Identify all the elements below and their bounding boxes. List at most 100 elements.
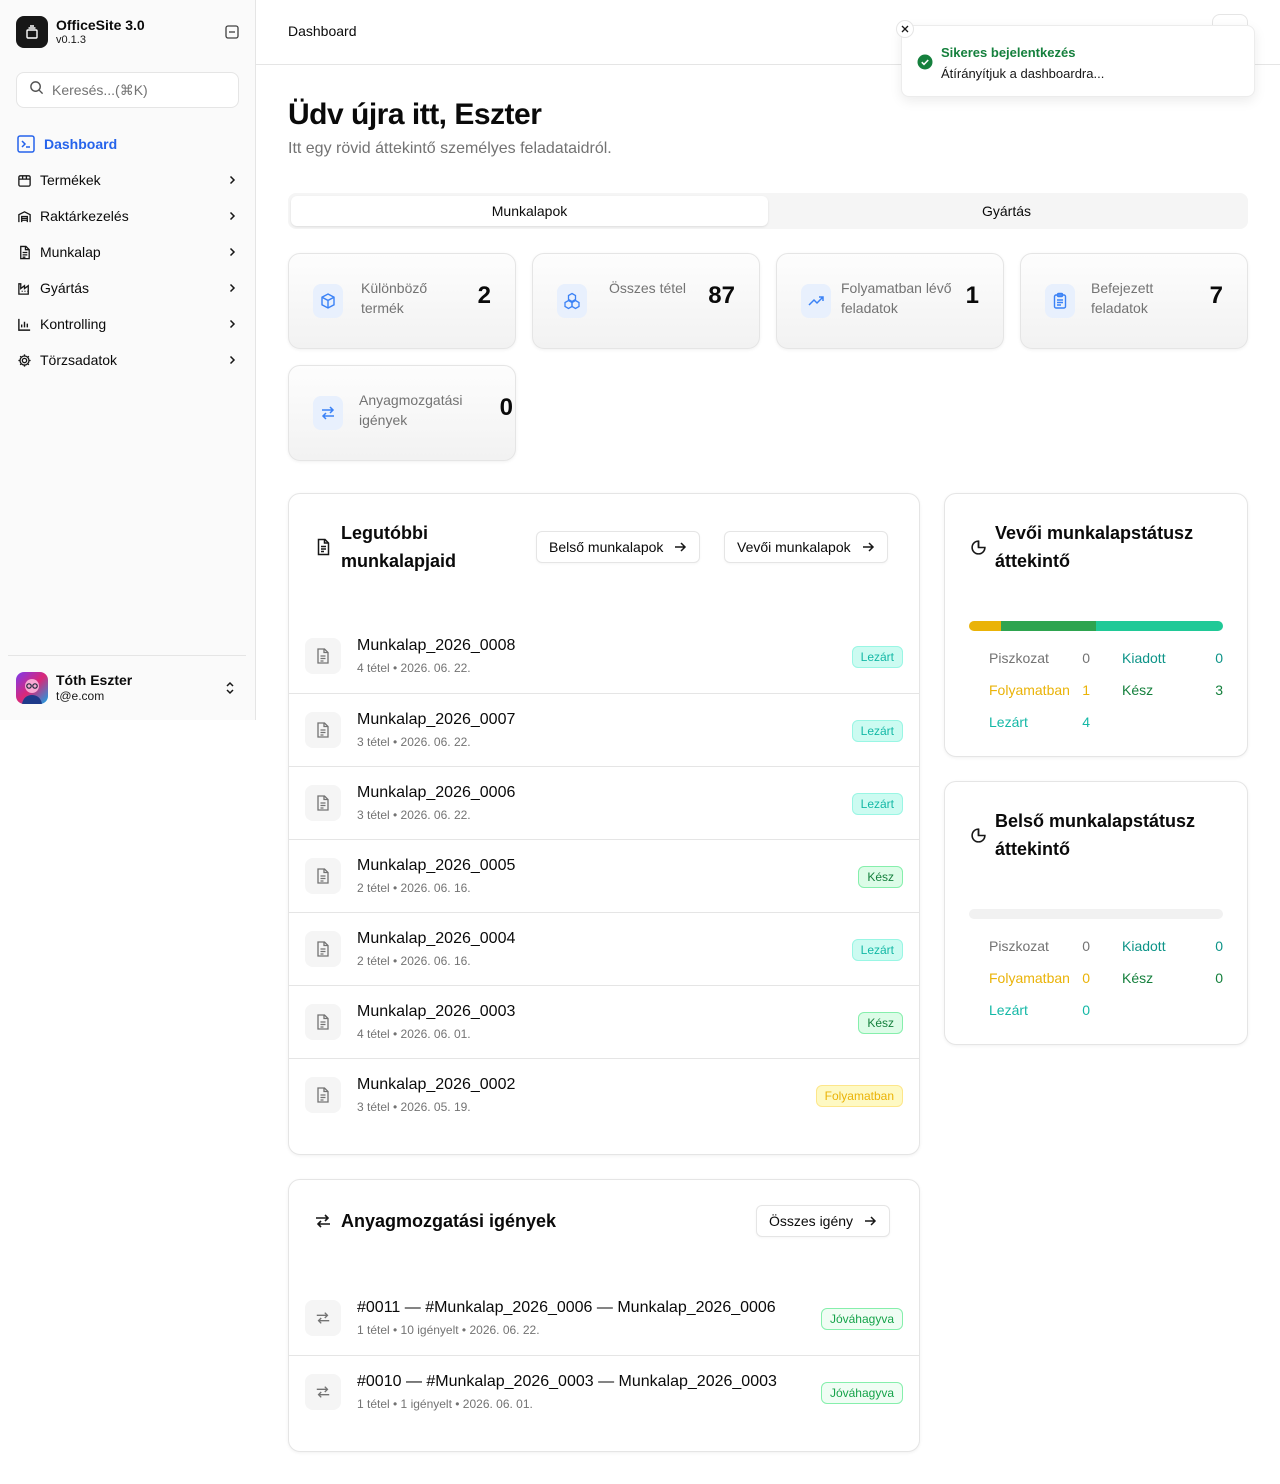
chevron-right-icon — [224, 244, 240, 260]
chevron-right-icon — [224, 316, 240, 332]
sidebar-item-label: Dashboard — [44, 136, 118, 152]
table-row[interactable]: Munkalap_2026_0003 4 tétel • 2026. 06. 0… — [289, 985, 919, 1058]
boxes-icon — [557, 284, 587, 318]
status-badge: Jóváhagyva — [820, 1382, 903, 1404]
stat-value: 1 — [965, 282, 979, 309]
file-text-icon — [16, 244, 32, 260]
legend-label-lezart: Lezárt — [989, 714, 1028, 730]
worksheet-meta: 3 tétel • 2026. 06. 22. — [357, 808, 471, 822]
page-subtitle: Itt egy rövid áttekintő személyes felada… — [288, 140, 612, 157]
box-icon — [313, 284, 343, 318]
customer-status-title: Vevői munkalapstátusz áttekintő — [995, 523, 1194, 571]
stat-card-in-progress: Folyamatban lévő feladatok 1 — [776, 253, 1004, 349]
internal-status-title: Belső munkalapstátusz áttekintő — [995, 811, 1196, 859]
chevron-right-icon — [224, 352, 240, 368]
legend-value-piszkozat: 0 — [1082, 650, 1090, 666]
brand[interactable]: OfficeSite 3.0 v0.1.3 — [16, 16, 240, 48]
search-box[interactable] — [16, 72, 239, 108]
all-requests-button[interactable]: Összes igény — [756, 1205, 891, 1237]
toast-description: Átírányítjuk a dashboardra... — [941, 66, 1105, 81]
table-row[interactable]: Munkalap_2026_0008 4 tétel • 2026. 06. 2… — [289, 620, 919, 693]
stat-value: 2 — [477, 282, 491, 309]
chevrons-up-down-icon — [222, 680, 238, 696]
legend-value-piszkozat: 0 — [1082, 938, 1090, 954]
file-text-icon — [305, 712, 341, 748]
file-text-icon — [305, 1077, 341, 1113]
bar-chart-icon — [16, 316, 32, 332]
user-menu[interactable]: Tóth Eszter t@e.com — [8, 655, 246, 719]
sidebar-item-gyartas[interactable]: Gyártás — [8, 272, 248, 304]
file-text-icon — [305, 931, 341, 967]
internal-worksheets-button[interactable]: Belső munkalapok — [536, 531, 701, 563]
list-item[interactable]: #0011 — #Munkalap_2026_0006 — Munkalap_2… — [289, 1282, 919, 1355]
sidebar-item-torzsadatok[interactable]: Törzsadatok — [8, 344, 248, 376]
status-bar-segment — [969, 621, 1001, 631]
legend-value-kiadott: 0 — [1215, 650, 1223, 666]
legend-value-folyamatban: 0 — [1082, 970, 1090, 986]
breadcrumb[interactable]: Dashboard — [288, 23, 357, 39]
status-progress-bar — [969, 621, 1223, 631]
legend-value-lezart: 4 — [1082, 714, 1090, 730]
sidebar-item-label: Raktárkezelés — [40, 208, 129, 224]
chevron-right-icon — [224, 172, 240, 188]
stat-label: Különböző termék — [361, 280, 428, 316]
page-title: Üdv újra itt, Eszter — [288, 98, 542, 131]
table-row[interactable]: Munkalap_2026_0006 3 tétel • 2026. 06. 2… — [289, 766, 919, 839]
stat-label: Folyamatban lévő feladatok — [841, 280, 952, 316]
worksheet-meta: 4 tétel • 2026. 06. 01. — [357, 1027, 471, 1041]
legend-value-kiadott: 0 — [1215, 938, 1223, 954]
request-meta: 1 tétel • 1 igényelt • 2026. 06. 01. — [357, 1397, 533, 1411]
recent-worksheets-card: Legutóbbi munkalapjaid Belső munkalapok … — [288, 493, 920, 1155]
table-row[interactable]: Munkalap_2026_0004 2 tétel • 2026. 06. 1… — [289, 912, 919, 985]
material-requests-title: Anyagmozgatási igények — [341, 1211, 557, 1231]
customer-worksheets-button[interactable]: Vevői munkalapok — [724, 531, 888, 563]
avatar — [16, 671, 48, 704]
file-text-icon — [314, 538, 332, 556]
sidebar-item-termekek[interactable]: Termékek — [8, 164, 248, 196]
internal-status-card: Belső munkalapstátusz áttekintő Piszkoza… — [944, 781, 1248, 1045]
table-row[interactable]: Munkalap_2026_0005 2 tétel • 2026. 06. 1… — [289, 839, 919, 912]
toast-title: Sikeres bejelentkezés — [941, 45, 1076, 60]
arrow-right-icon — [673, 540, 687, 554]
arrows-exchange-icon — [313, 396, 343, 430]
chevron-right-icon — [224, 208, 240, 224]
trending-up-icon — [801, 284, 831, 318]
legend-value-lezart: 0 — [1082, 1002, 1090, 1018]
legend-value-folyamatban: 1 — [1082, 682, 1090, 698]
worksheet-title: Munkalap_2026_0006 — [357, 784, 516, 801]
tab-list: Munkalapok Gyártás — [288, 193, 1248, 229]
search-input[interactable] — [52, 82, 222, 98]
file-text-icon — [305, 638, 341, 674]
status-badge: Folyamatban — [815, 1085, 903, 1107]
sidebar-item-raktarkezeles[interactable]: Raktárkezelés — [8, 200, 248, 232]
sidebar-toggle-icon[interactable] — [224, 24, 240, 40]
legend-label-lezart: Lezárt — [989, 1002, 1028, 1018]
search-icon — [29, 80, 44, 100]
legend-label-piszkozat: Piszkozat — [989, 938, 1049, 954]
sidebar-item-dashboard[interactable]: Dashboard — [8, 128, 248, 160]
tab-gyartas[interactable]: Gyártás — [768, 196, 1245, 226]
request-title: #0011 — #Munkalap_2026_0006 — Munkalap_2… — [357, 1299, 776, 1316]
stat-value: 87 — [708, 282, 735, 309]
stat-value: 0 — [499, 394, 513, 421]
table-row[interactable]: Munkalap_2026_0007 3 tétel • 2026. 06. 2… — [289, 693, 919, 766]
table-row[interactable]: Munkalap_2026_0002 3 tétel • 2026. 05. 1… — [289, 1058, 919, 1131]
chevron-right-icon — [224, 280, 240, 296]
sidebar-item-label: Munkalap — [40, 244, 101, 260]
legend-label-kiadott: Kiadott — [1122, 650, 1166, 666]
worksheet-title: Munkalap_2026_0008 — [357, 637, 516, 654]
close-icon[interactable] — [896, 20, 914, 38]
status-badge: Lezárt — [851, 793, 903, 815]
status-badge: Lezárt — [851, 646, 903, 668]
status-bar-segment — [1000, 621, 1096, 631]
worksheet-meta: 4 tétel • 2026. 06. 22. — [357, 661, 471, 675]
tab-munkalapok[interactable]: Munkalapok — [291, 196, 768, 226]
stat-card-completed: Befejezett feladatok 7 — [1020, 253, 1248, 349]
worksheet-title: Munkalap_2026_0002 — [357, 1076, 516, 1093]
sidebar-item-munkalap[interactable]: Munkalap — [8, 236, 248, 268]
pie-chart-icon — [969, 826, 987, 844]
sidebar-nav: Dashboard Termékek Raktárkezelés Munkala… — [8, 128, 248, 380]
file-text-icon — [305, 858, 341, 894]
list-item[interactable]: #0010 — #Munkalap_2026_0003 — Munkalap_2… — [289, 1355, 919, 1428]
sidebar-item-kontrolling[interactable]: Kontrolling — [8, 308, 248, 340]
